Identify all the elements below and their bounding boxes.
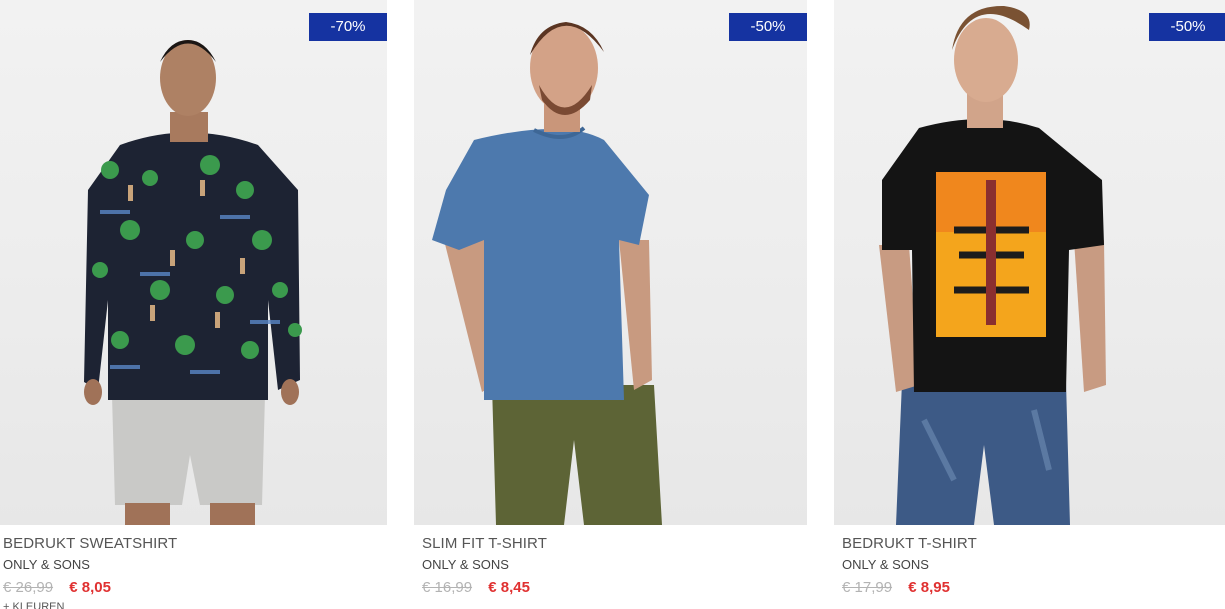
product-info: SLIM FIT T-SHIRT ONLY & SONS € 16,99 € 8… [414,535,807,597]
discount-badge: -70% [309,13,387,41]
old-price: € 26,99 [3,579,54,596]
product-image[interactable]: -50% [414,0,807,525]
sale-price: € 8,45 [488,579,530,596]
model-blue-tshirt-illustration [432,22,662,525]
product-brand: ONLY & SONS [842,557,929,572]
more-colors-link[interactable]: + KLEUREN [3,601,387,609]
product-grid: -70% BEDRUKT SWEATSHIRT ONLY & SONS € 26… [0,0,1225,609]
price-row: € 26,99 € 8,05 [3,579,387,597]
sale-price: € 8,95 [908,579,950,596]
discount-badge: -50% [1149,13,1225,41]
old-price: € 17,99 [842,579,893,596]
model-sweatshirt-illustration [84,40,302,525]
price-row: € 16,99 € 8,45 [422,579,807,597]
product-card[interactable]: -50% SLIM FIT T-SHIRT ONLY & SONS € 16,9… [414,0,807,609]
product-info: BEDRUKT T-SHIRT ONLY & SONS € 17,99 € 8,… [834,535,1225,597]
product-brand: ONLY & SONS [3,557,90,572]
product-brand: ONLY & SONS [422,557,509,572]
old-price: € 16,99 [422,579,473,596]
product-image[interactable]: -50% [834,0,1225,525]
product-title[interactable]: BEDRUKT SWEATSHIRT [3,535,387,553]
product-card[interactable]: -70% BEDRUKT SWEATSHIRT ONLY & SONS € 26… [0,0,387,609]
product-image[interactable]: -70% [0,0,387,525]
model-black-tshirt-illustration [879,5,1106,525]
product-title[interactable]: BEDRUKT T-SHIRT [842,535,1225,553]
sale-price: € 8,05 [69,579,111,596]
product-title[interactable]: SLIM FIT T-SHIRT [422,535,807,553]
discount-badge: -50% [729,13,807,41]
price-row: € 17,99 € 8,95 [842,579,1225,597]
product-info: BEDRUKT SWEATSHIRT ONLY & SONS € 26,99 €… [0,535,387,609]
product-card[interactable]: -50% BEDRUKT T-SHIRT ONLY & SONS € 17,99… [834,0,1225,609]
